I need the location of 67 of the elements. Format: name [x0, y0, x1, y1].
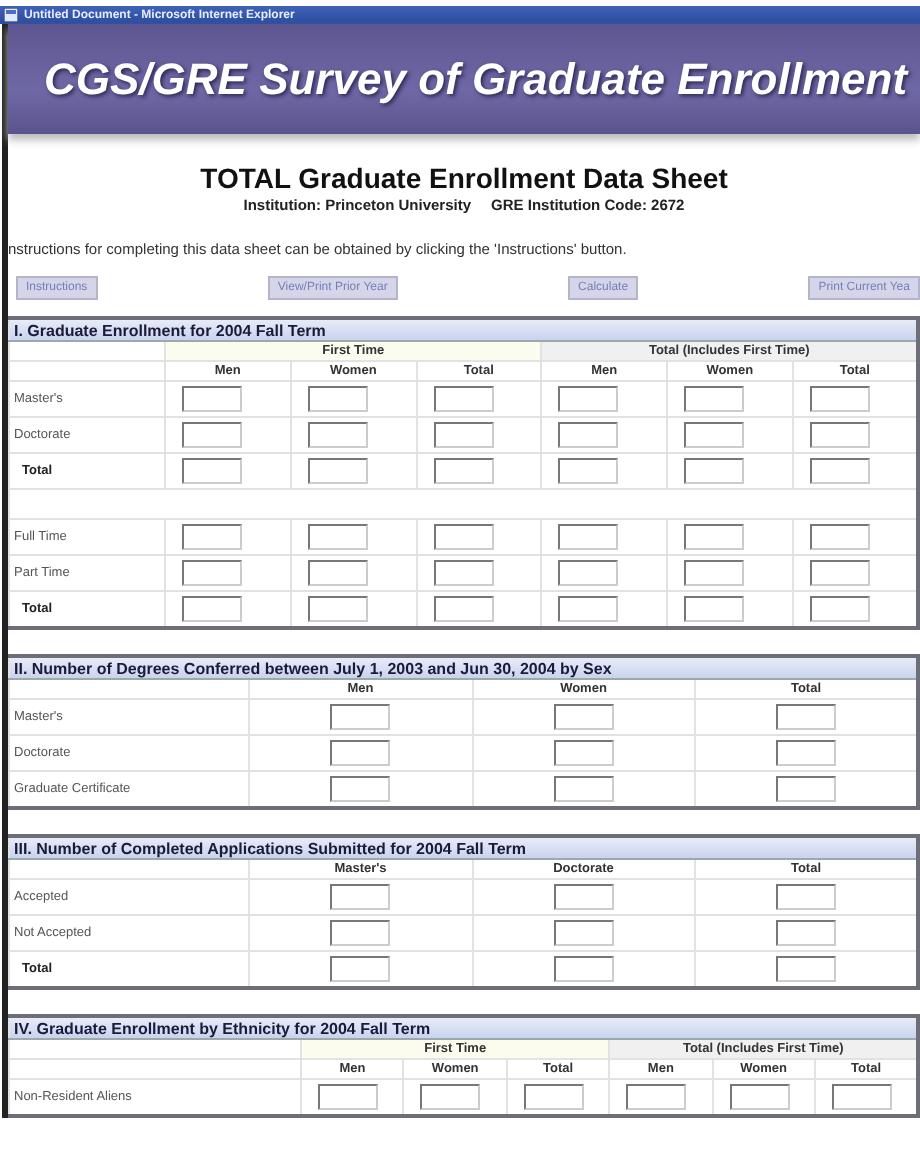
- input-field[interactable]: [433, 422, 493, 448]
- input-field[interactable]: [776, 884, 836, 910]
- input-field[interactable]: [809, 386, 870, 412]
- input-field[interactable]: [558, 596, 619, 622]
- input-field[interactable]: [558, 524, 619, 550]
- input-field[interactable]: [553, 920, 614, 946]
- input-field[interactable]: [809, 524, 870, 550]
- input-field[interactable]: [553, 740, 614, 766]
- input-field[interactable]: [776, 920, 836, 946]
- input-field[interactable]: [832, 1084, 893, 1110]
- input-field[interactable]: [330, 740, 391, 766]
- input-field[interactable]: [776, 776, 836, 802]
- input-field[interactable]: [433, 596, 493, 622]
- input-field[interactable]: [558, 458, 619, 484]
- section-title: I. Graduate Enrollment for 2004 Fall Term: [9, 318, 918, 341]
- input-field[interactable]: [307, 422, 368, 448]
- input-field[interactable]: [626, 1084, 687, 1110]
- input-field[interactable]: [433, 560, 493, 586]
- input-field[interactable]: [182, 386, 242, 412]
- input-field[interactable]: [809, 560, 870, 586]
- input-field[interactable]: [433, 524, 493, 550]
- input-field[interactable]: [809, 458, 870, 484]
- input-field[interactable]: [182, 458, 242, 484]
- section-title: II. Number of Degrees Conferred between July 1, 2003 and Jun 30, 2004 by Sex: [9, 656, 918, 679]
- input-field[interactable]: [776, 740, 836, 766]
- input-field[interactable]: [553, 956, 614, 982]
- input-field[interactable]: [809, 596, 870, 622]
- input-field[interactable]: [776, 704, 836, 730]
- input-field[interactable]: [182, 524, 242, 550]
- input-field[interactable]: [420, 1084, 481, 1110]
- input-field[interactable]: [684, 596, 744, 622]
- input-field[interactable]: [776, 956, 836, 982]
- input-field[interactable]: [330, 704, 391, 730]
- input-field[interactable]: [182, 422, 242, 448]
- input-field[interactable]: [307, 458, 368, 484]
- input-field[interactable]: [729, 1084, 790, 1110]
- section-title: IV. Graduate Enrollment by Ethnicity for 2004 Fall Term: [9, 1016, 918, 1039]
- input-field[interactable]: [684, 524, 744, 550]
- input-field[interactable]: [330, 920, 391, 946]
- input-field[interactable]: [809, 422, 870, 448]
- input-field[interactable]: [307, 524, 368, 550]
- section-title: III. Number of Completed Applications Submitted for 2004 Fall Term: [9, 836, 918, 859]
- input-field[interactable]: [558, 560, 619, 586]
- input-field[interactable]: [558, 386, 619, 412]
- input-field[interactable]: [182, 596, 242, 622]
- input-field[interactable]: [684, 560, 744, 586]
- input-field[interactable]: [330, 884, 391, 910]
- input-field[interactable]: [318, 1084, 378, 1110]
- sheet-title: TOTAL Graduate Enrollment Data Sheet: [198, 162, 730, 194]
- input-field[interactable]: [307, 596, 368, 622]
- input-field[interactable]: [553, 776, 614, 802]
- input-field[interactable]: [684, 458, 744, 484]
- input-field[interactable]: [307, 560, 368, 586]
- input-field[interactable]: [558, 422, 619, 448]
- input-field[interactable]: [433, 458, 493, 484]
- browser-icon: [4, 8, 18, 22]
- input-field[interactable]: [684, 422, 744, 448]
- input-field[interactable]: [523, 1084, 584, 1110]
- input-field[interactable]: [330, 956, 391, 982]
- input-field[interactable]: [330, 776, 391, 802]
- input-field[interactable]: [553, 704, 614, 730]
- input-field[interactable]: [553, 884, 614, 910]
- input-field[interactable]: [684, 386, 744, 412]
- input-field[interactable]: [182, 560, 242, 586]
- input-field[interactable]: [307, 386, 368, 412]
- input-field[interactable]: [433, 386, 493, 412]
- banner-title: CGS/GRE Survey of Graduate Enrollment: [44, 53, 908, 105]
